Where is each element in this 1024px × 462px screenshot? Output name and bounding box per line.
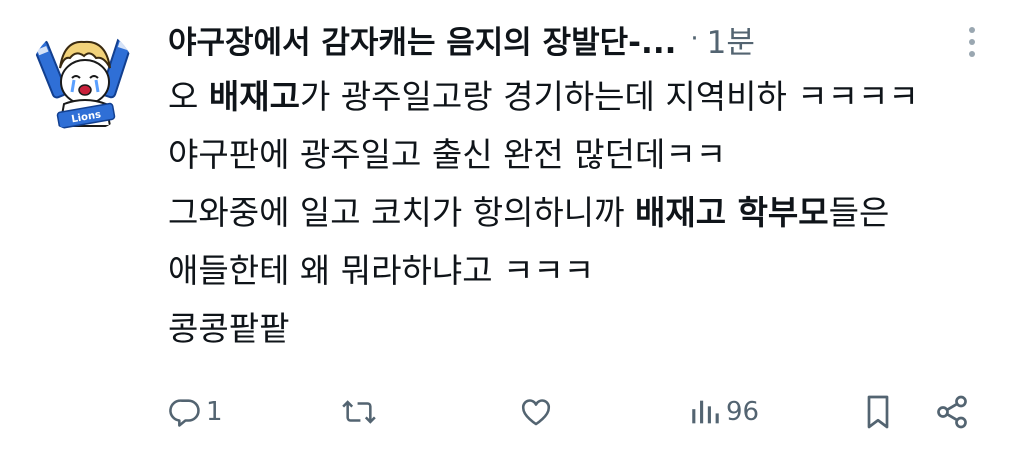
views-icon [692, 400, 719, 424]
views-button[interactable]: 96 [688, 392, 759, 432]
like-icon [521, 399, 551, 426]
reply-button[interactable]: 1 [168, 392, 223, 432]
post-body-line-3: 그와중에 일고 코치가 항의하니까 배재고 학부모들은 [168, 184, 998, 242]
reply-icon [169, 399, 200, 427]
repost-icon [342, 400, 376, 424]
views-count: 96 [726, 397, 760, 427]
avatar[interactable]: Lions [30, 26, 136, 132]
like-button[interactable] [518, 392, 554, 432]
post-body-line-2: 야구판에 광주일고 출신 완전 많던데ㅋㅋ [168, 135, 727, 174]
body-text: 들은 [828, 193, 890, 232]
reply-count: 1 [206, 397, 223, 427]
post-header: 야구장에서 감자캐는 음지의 장발단-... · 1분 [168, 14, 998, 64]
header-separator: · [690, 24, 699, 54]
body-text: 가 광주일고랑 경기하는데 지역비하 ㅋㅋㅋㅋ [299, 77, 919, 116]
body-text: 그와중에 일고 코치가 항의하니까 [168, 193, 635, 232]
post: Lions 야구장에서 감자캐는 음지의 장발단-... · 1분 오 배재고가… [0, 0, 1024, 462]
repost-button[interactable] [340, 392, 378, 432]
bookmark-button[interactable] [862, 392, 894, 432]
body-bold-text: 배재고 [208, 77, 300, 116]
more-options-icon[interactable] [966, 24, 978, 60]
body-text: 오 [168, 77, 209, 116]
bookmark-icon [867, 395, 889, 429]
display-name[interactable]: 야구장에서 감자캐는 음지의 장발단-... [168, 17, 676, 62]
post-body-line-1: 오 배재고가 광주일고랑 경기하는데 지역비하 ㅋㅋㅋㅋ [168, 68, 998, 126]
post-body: 오 배재고가 광주일고랑 경기하는데 지역비하 ㅋㅋㅋㅋ 야구판에 광주일고 출… [168, 68, 998, 358]
post-time[interactable]: 1분 [707, 17, 755, 62]
share-button[interactable] [934, 392, 970, 432]
avatar-image: Lions [33, 35, 133, 129]
post-body-line-4: 애들한테 왜 뭐라하냐고 ㅋㅋㅋ [168, 251, 595, 290]
body-bold-text: 배재고 학부모 [635, 193, 829, 232]
action-bar: 1 96 [0, 392, 1024, 432]
post-body-line-5: 콩콩팥팥 [168, 309, 290, 348]
share-icon [937, 395, 967, 429]
post-content: 야구장에서 감자캐는 음지의 장발단-... · 1분 오 배재고가 광주일고랑… [168, 14, 998, 358]
